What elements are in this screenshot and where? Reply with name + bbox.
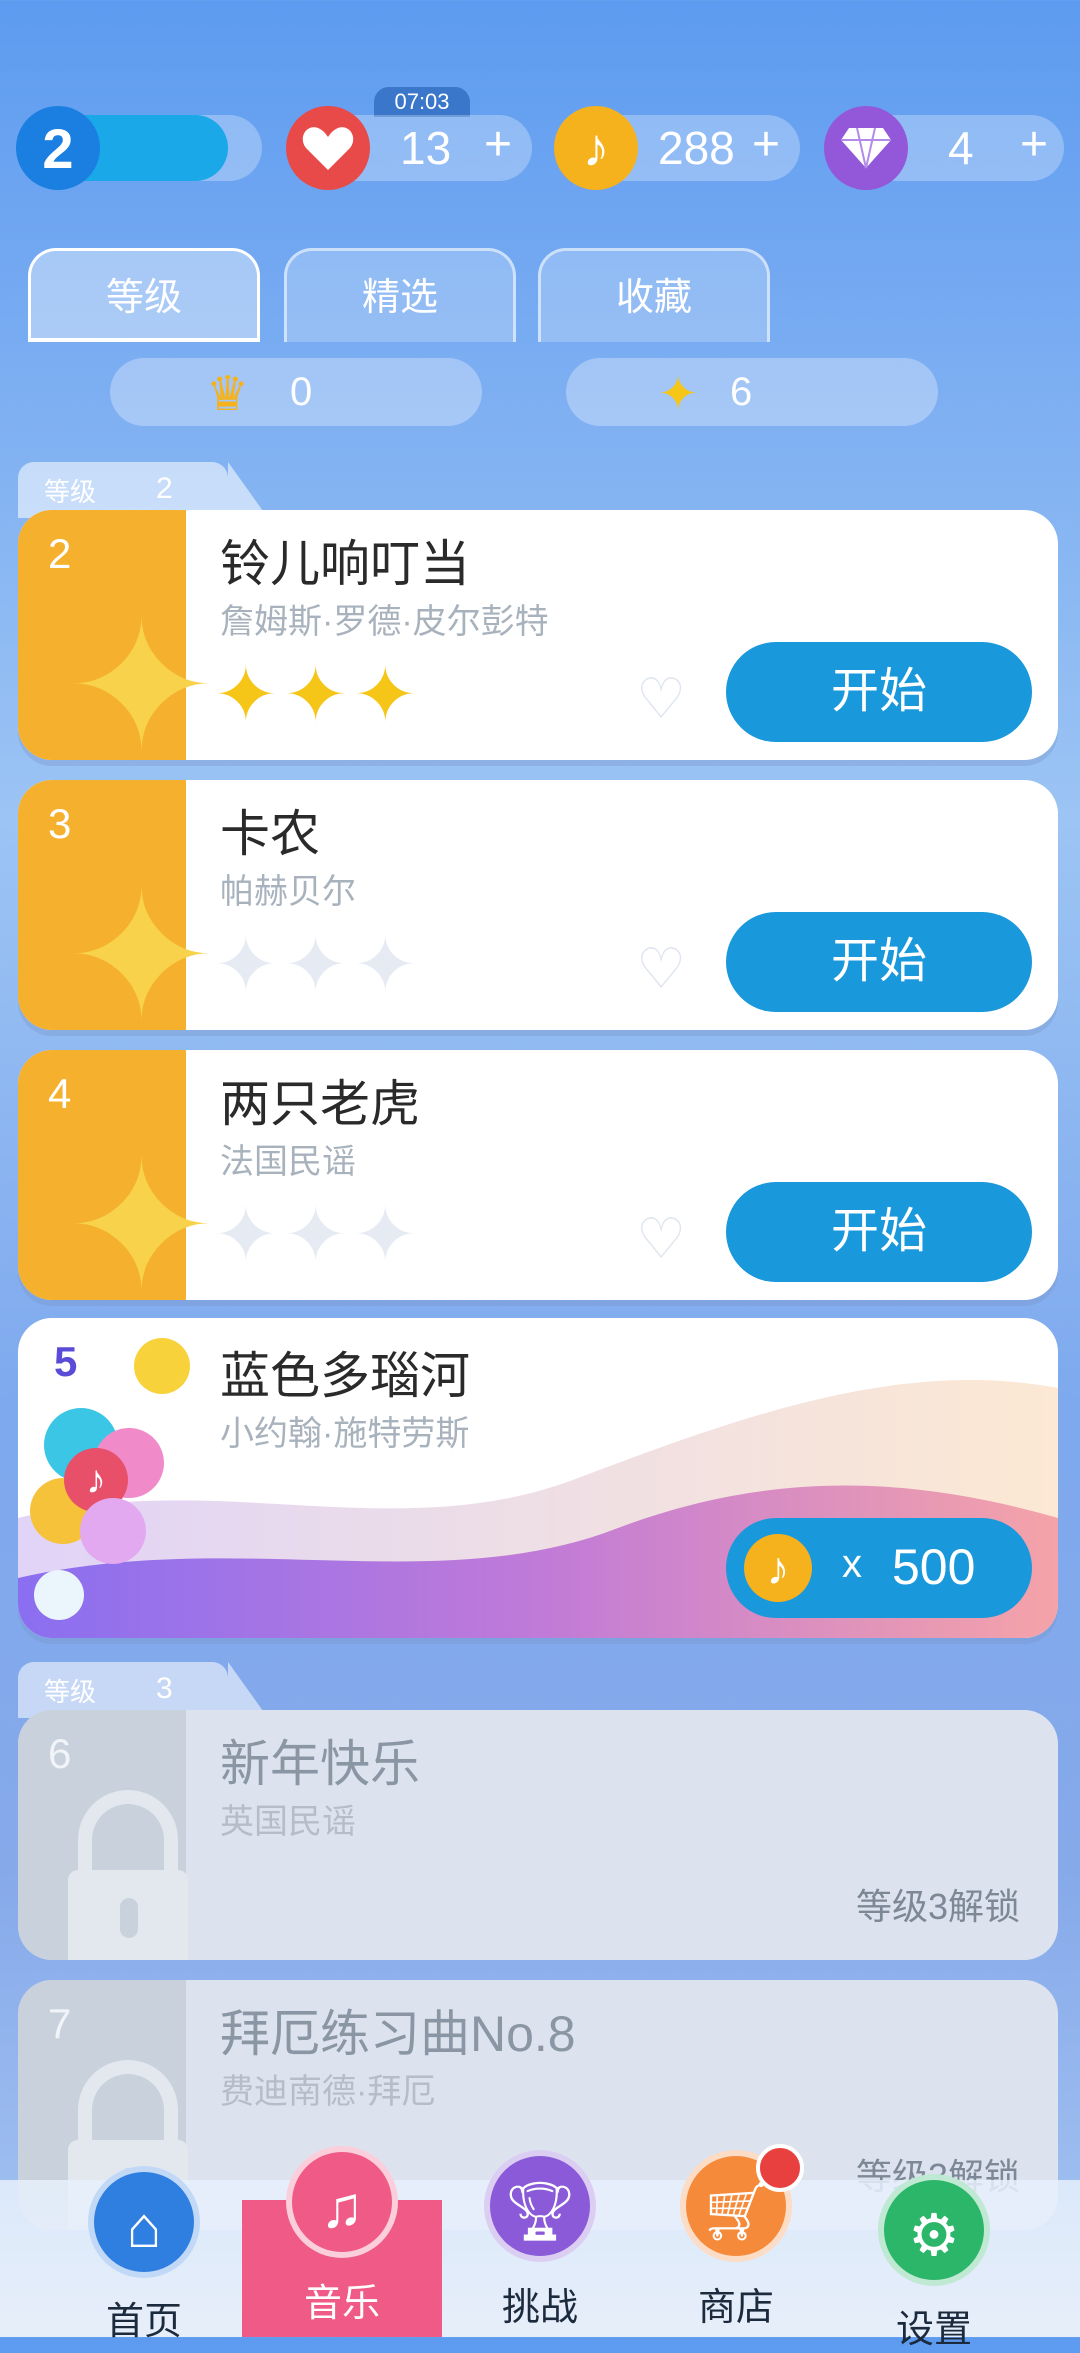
bottom-navigation: ⌂ 首页 ♫ 音乐 🏆︎ 挑战 🛒︎ 商店 ⚙ 设置 [0, 2144, 1080, 2351]
home-icon: ⌂ [88, 2166, 200, 2278]
star-icon: ✦ [283, 923, 354, 1008]
gems-count: 4 [948, 122, 974, 174]
song-number: 6 [48, 1730, 72, 1777]
locked-song-card: 6 新年快乐 英国民谣 等级3解锁 [18, 1710, 1058, 1960]
unlock-requirement: 等级3解锁 [855, 1886, 1020, 1927]
song-artist: 小约翰·施特劳斯 [220, 1415, 470, 1453]
crown-count: 0 [290, 370, 313, 414]
crown-stat: ♛ 0 [110, 358, 482, 426]
song-number: 7 [48, 2000, 72, 2047]
nav-home[interactable]: ⌂ 首页 [64, 2166, 224, 2343]
tab-level[interactable]: 等级 [28, 248, 260, 342]
premium-song-card: ♪ 5 蓝色多瑙河 小约翰·施特劳斯 ♪ x 500 [18, 1318, 1058, 1638]
notes-count: 288 [658, 122, 735, 174]
notification-badge [756, 2144, 804, 2192]
sparkle-icon: ✦ [66, 857, 217, 1031]
star-icon: ✦ [353, 1193, 424, 1278]
song-stars: ✦✦✦ [214, 650, 423, 739]
star-icon: ✦ [283, 653, 354, 738]
add-notes-button[interactable]: + [752, 117, 780, 172]
music-note-icon: ♪ [744, 1534, 812, 1602]
song-title: 铃儿响叮当 [220, 536, 470, 592]
heart-icon [286, 106, 370, 190]
song-stars: ✦✦✦ [214, 1190, 423, 1279]
start-button[interactable]: 开始 [726, 1182, 1032, 1282]
song-title: 蓝色多瑙河 [220, 1348, 470, 1404]
star-icon: ✦ [214, 653, 284, 738]
song-artist: 法国民谣 [220, 1143, 356, 1181]
sparkle-icon: ✦ [658, 368, 699, 421]
song-number: 3 [48, 800, 72, 847]
star-icon: ✦ [353, 653, 424, 738]
progress-stats: ♛ 0 ✦ 6 [0, 358, 1080, 428]
song-artist: 帕赫贝尔 [220, 873, 356, 911]
song-title: 拜厄练习曲No.8 [220, 2006, 576, 2062]
favorite-heart-icon[interactable]: ♡ [636, 666, 686, 732]
star-icon: ✦ [214, 1193, 284, 1278]
song-artist: 詹姆斯·罗德·皮尔彭特 [220, 603, 549, 641]
song-stars: ✦✦✦ [214, 920, 423, 1009]
favorite-heart-icon[interactable]: ♡ [636, 936, 686, 1002]
lives-count: 13 [400, 122, 452, 174]
song-artist: 费迪南德·拜厄 [220, 2073, 436, 2111]
song-tabs: 等级 精选 收藏 [28, 248, 1028, 344]
lives-refill-timer: 07:03 [374, 87, 470, 117]
song-title: 新年快乐 [220, 1736, 420, 1792]
song-title: 两只老虎 [220, 1076, 420, 1132]
song-number: 4 [48, 1070, 72, 1117]
favorite-heart-icon[interactable]: ♡ [636, 1206, 686, 1272]
song-card: ✦ 4 两只老虎 法国民谣 ✦✦✦ ♡ 开始 [18, 1050, 1058, 1300]
add-gems-button[interactable]: + [1020, 117, 1048, 172]
song-title: 卡农 [220, 806, 320, 862]
nav-shop[interactable]: 🛒︎ 商店 [656, 2144, 816, 2337]
start-button[interactable]: 开始 [726, 912, 1032, 1012]
tab-featured[interactable]: 精选 [284, 248, 516, 342]
sparkle-icon: ✦ [66, 587, 217, 761]
nav-music[interactable]: ♫ 音乐 [262, 2146, 422, 2337]
trophy-icon: 🏆︎ [484, 2150, 596, 2262]
nav-settings[interactable]: ⚙ 设置 [854, 2174, 1014, 2351]
star-icon: ✦ [283, 1193, 354, 1278]
nav-challenge[interactable]: 🏆︎ 挑战 [460, 2150, 620, 2337]
star-icon: ✦ [214, 923, 284, 1008]
star-stat: ✦ 6 [566, 358, 938, 426]
sparkle-icon: ✦ [66, 1127, 217, 1301]
song-artist: 英国民谣 [220, 1803, 356, 1841]
cost-amount: 500 [892, 1539, 976, 1595]
music-note-icon: ♫ [286, 2146, 398, 2258]
star-icon: ✦ [353, 923, 424, 1008]
player-level-badge: 2 [16, 106, 100, 190]
tab-favorites[interactable]: 收藏 [538, 248, 770, 342]
diamond-icon [824, 106, 908, 190]
currency-bar: 2 07:03 13 + ♪ 288 + 4 + [0, 87, 1080, 190]
unlock-with-notes-button[interactable]: ♪ x 500 [726, 1518, 1032, 1618]
song-number: 5 [54, 1338, 78, 1385]
star-count: 6 [730, 370, 753, 414]
song-card: ✦ 2 铃儿响叮当 詹姆斯·罗德·皮尔彭特 ✦✦✦ ♡ 开始 [18, 510, 1058, 760]
start-button[interactable]: 开始 [726, 642, 1032, 742]
lock-icon [68, 1790, 188, 1960]
balloon-cluster-icon: ♪ [24, 1338, 194, 1620]
add-lives-button[interactable]: + [484, 117, 512, 172]
crown-icon: ♛ [206, 368, 250, 421]
song-card: ✦ 3 卡农 帕赫贝尔 ✦✦✦ ♡ 开始 [18, 780, 1058, 1030]
song-number: 2 [48, 530, 72, 577]
gear-icon: ⚙ [878, 2174, 990, 2286]
music-note-icon: ♪ [554, 106, 638, 190]
